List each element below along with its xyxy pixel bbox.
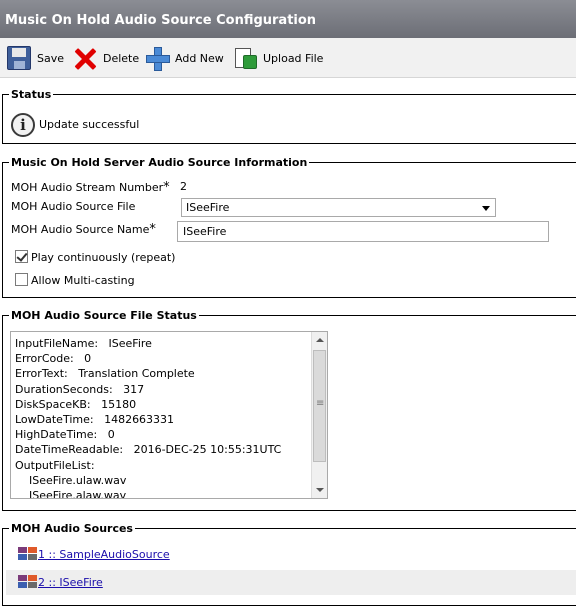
delete-icon: [73, 46, 97, 70]
delete-label: Delete: [103, 51, 140, 65]
required-marker: *: [149, 222, 156, 237]
scroll-thumb[interactable]: [313, 350, 326, 462]
scrollbar[interactable]: [311, 332, 327, 498]
audio-sources-legend: MOH Audio Sources: [11, 522, 133, 535]
add-new-button[interactable]: Add New: [145, 45, 224, 71]
save-label: Save: [37, 51, 65, 65]
status-message: Update successful: [39, 118, 140, 131]
scroll-up-icon[interactable]: [312, 332, 327, 348]
allow-multicast-checkbox[interactable]: [15, 273, 28, 286]
status-section: Status: [2, 88, 576, 144]
toolbar: Save Delete Add New Upload File: [0, 38, 576, 78]
source-file-select[interactable]: ISeeFire: [181, 198, 496, 217]
chevron-down-icon: [482, 206, 490, 211]
audio-source-link[interactable]: 2 :: ISeeFire: [38, 576, 103, 589]
audio-source-icon: [18, 575, 38, 589]
save-icon: [7, 46, 31, 70]
stream-number-label: MOH Audio Stream Number*: [11, 180, 170, 195]
file-status-line: HighDateTime: 0: [15, 428, 115, 442]
scroll-down-icon[interactable]: [312, 482, 327, 498]
delete-button[interactable]: Delete: [73, 45, 139, 71]
file-status-line: ErrorText: Translation Complete: [15, 367, 195, 381]
stream-number-value: 2: [180, 180, 187, 193]
play-continuously-label: Play continuously (repeat): [31, 251, 176, 264]
file-status-legend: MOH Audio Source File Status: [11, 309, 197, 322]
audio-source-icon: [18, 547, 38, 561]
file-status-text: InputFileName: ISeeFire ErrorCode: 0 Error…: [15, 336, 282, 499]
save-button[interactable]: Save: [7, 45, 64, 71]
upload-file-label: Upload File: [263, 51, 324, 65]
add-new-label: Add New: [175, 51, 224, 65]
source-name-input[interactable]: ISeeFire: [177, 221, 549, 242]
server-info-legend: Music On Hold Server Audio Source Inform…: [11, 156, 308, 169]
upload-file-button[interactable]: Upload File: [233, 45, 323, 71]
file-status-line: LowDateTime: 1482663331: [15, 413, 175, 427]
play-continuously-checkbox[interactable]: [15, 250, 28, 263]
file-status-line: DiskSpaceKB: 15180: [15, 397, 137, 411]
file-status-line: ISeeFire.alaw.wav: [15, 489, 127, 499]
upload-file-icon: [233, 46, 257, 70]
audio-source-link[interactable]: 1 :: SampleAudioSource: [38, 548, 170, 561]
file-status-line: OutputFileList:: [15, 458, 95, 472]
file-status-line: ISeeFire.ulaw.wav: [15, 473, 127, 487]
list-item: 1 :: SampleAudioSource: [6, 542, 576, 567]
file-status-line: ErrorCode: 0: [15, 352, 92, 366]
add-icon: [145, 46, 170, 71]
info-icon: i: [11, 113, 35, 137]
file-status-line: DurationSeconds: 317: [15, 382, 145, 396]
file-status-line: DateTimeReadable: 2016-DEC-25 10:55:31UT…: [15, 443, 282, 457]
required-marker: *: [163, 180, 170, 195]
status-legend: Status: [11, 88, 52, 101]
file-status-line: InputFileName: ISeeFire: [15, 337, 152, 350]
file-status-textarea[interactable]: InputFileName: ISeeFire ErrorCode: 0 Error…: [10, 331, 328, 499]
allow-multicast-label: Allow Multi-casting: [31, 274, 135, 287]
source-file-label: MOH Audio Source File: [11, 200, 136, 213]
source-name-label: MOH Audio Source Name*: [11, 222, 156, 237]
page-title: Music On Hold Audio Source Configuration: [0, 0, 576, 38]
source-file-selected: ISeeFire: [186, 201, 230, 214]
list-item: 2 :: ISeeFire: [6, 570, 576, 595]
